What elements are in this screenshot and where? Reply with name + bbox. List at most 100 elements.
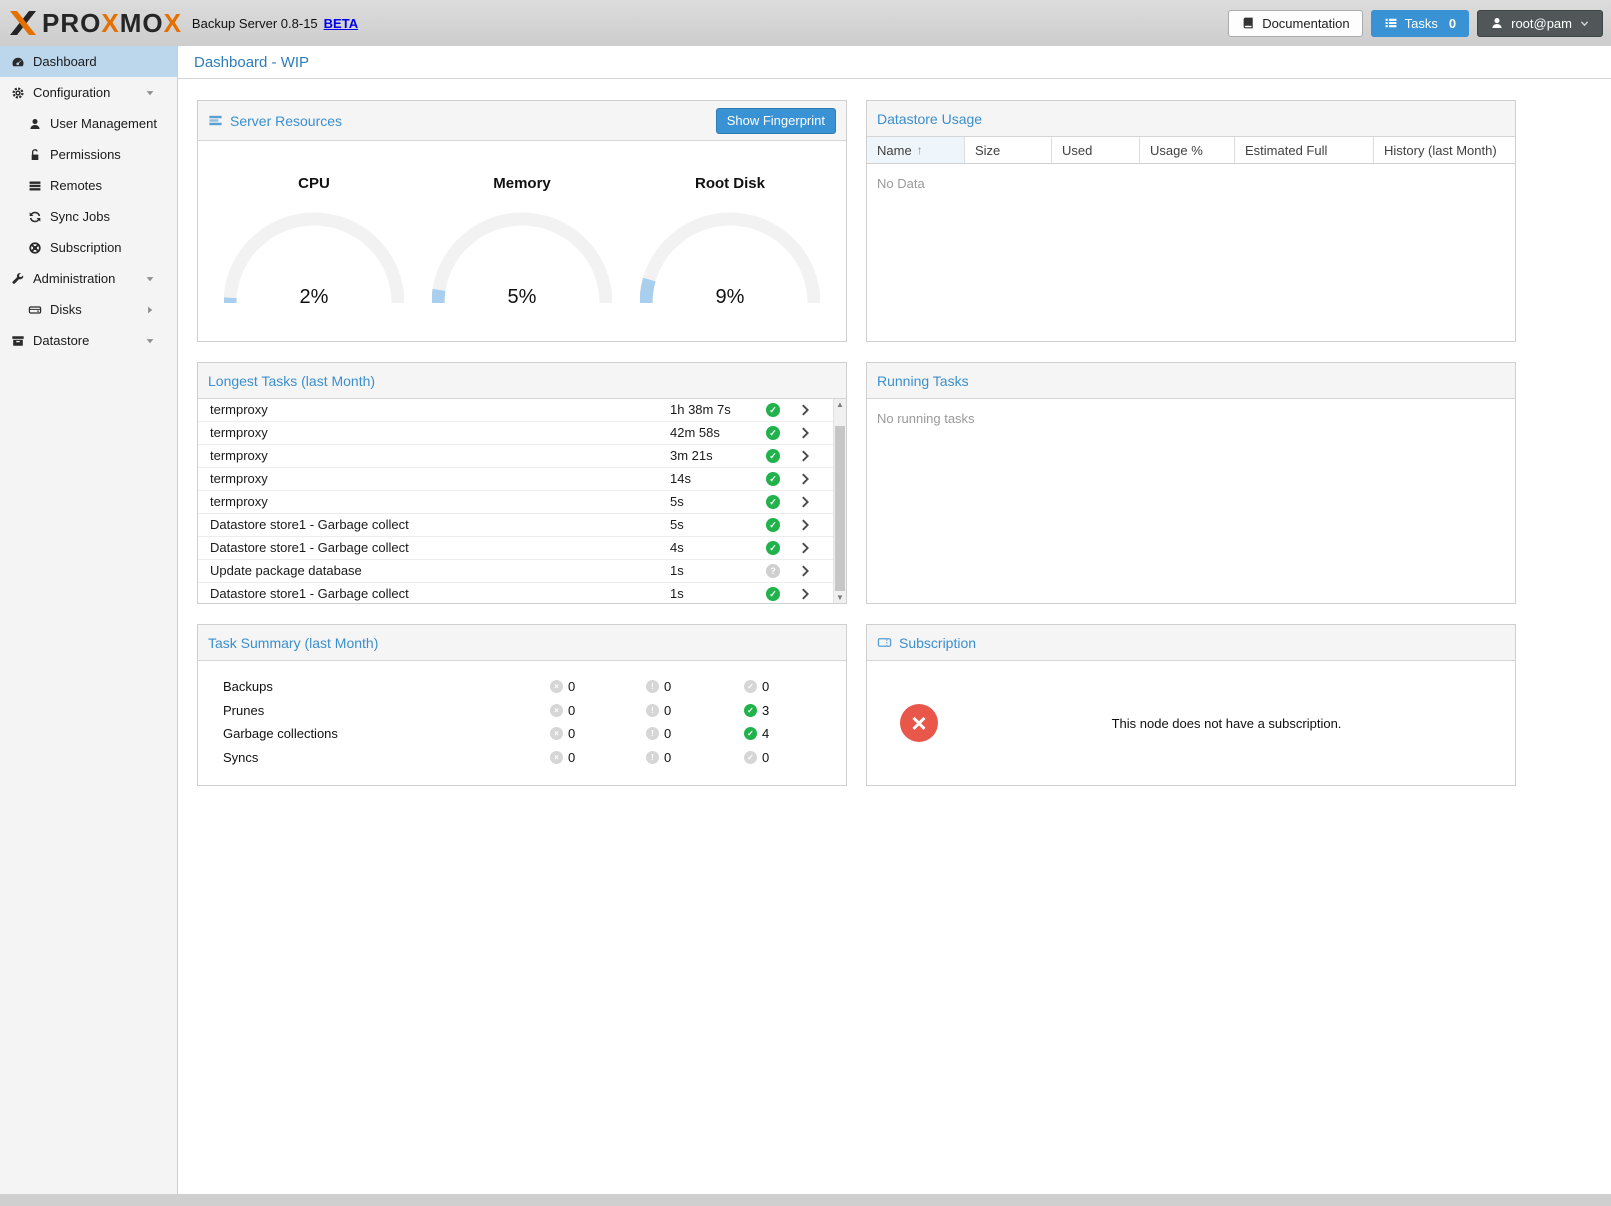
chevron-right-icon[interactable] — [798, 587, 812, 601]
show-fingerprint-button[interactable]: Show Fingerprint — [716, 108, 836, 134]
chevron-right-icon[interactable] — [798, 403, 812, 417]
task-row[interactable]: termproxy1h 38m 7s✓ — [198, 399, 833, 422]
column-header-estimated-full[interactable]: Estimated Full — [1235, 137, 1374, 163]
task-row[interactable]: termproxy14s✓ — [198, 468, 833, 491]
task-name: termproxy — [210, 494, 268, 509]
brand-text: PROXMOX — [42, 8, 182, 39]
status-ok-icon: ✓ — [766, 541, 780, 555]
task-row[interactable]: Datastore store1 - Garbage collect5s✓ — [198, 514, 833, 537]
caret-down-icon[interactable] — [142, 273, 158, 285]
summary-label: Backups — [223, 679, 273, 694]
sidebar-item-datastore[interactable]: Datastore — [0, 325, 177, 356]
sidebar-item-label: User Management — [50, 116, 157, 131]
column-header-size[interactable]: Size — [965, 137, 1052, 163]
scroll-down-icon[interactable]: ▼ — [834, 593, 846, 602]
task-duration: 5s — [670, 517, 684, 532]
sidebar-item-sync-jobs[interactable]: Sync Jobs — [0, 201, 177, 232]
sidebar-item-dashboard[interactable]: Dashboard — [0, 46, 177, 77]
summary-warning-count: 0 — [664, 703, 671, 718]
task-row[interactable]: termproxy5s✓ — [198, 491, 833, 514]
task-name: Datastore store1 - Garbage collect — [210, 517, 409, 532]
caret-right-icon[interactable] — [142, 304, 158, 316]
documentation-button[interactable]: Documentation — [1228, 10, 1362, 37]
server-icon — [27, 179, 43, 193]
summary-warning-stat: !0 — [646, 703, 671, 718]
column-header-used[interactable]: Used — [1052, 137, 1140, 163]
chevron-right-icon[interactable] — [798, 495, 812, 509]
longest-tasks-title: Longest Tasks (last Month) — [208, 373, 375, 389]
sidebar-item-user-management[interactable]: User Management — [0, 108, 177, 139]
chevron-right-icon[interactable] — [798, 449, 812, 463]
summary-ok-count: 3 — [762, 703, 769, 718]
chevron-right-icon[interactable] — [798, 472, 812, 486]
chevron-right-icon[interactable] — [798, 564, 812, 578]
scrollbar-thumb[interactable] — [835, 426, 845, 591]
scroll-up-icon[interactable]: ▲ — [834, 400, 846, 409]
sidebar-item-configuration[interactable]: Configuration — [0, 77, 177, 108]
archive-icon — [10, 334, 26, 348]
chevron-down-icon — [1579, 18, 1590, 29]
task-name: Update package database — [210, 563, 362, 578]
status-ok-icon: ✓ — [766, 472, 780, 486]
column-header-name[interactable]: Name↑ — [867, 137, 965, 163]
caret-down-icon[interactable] — [142, 87, 158, 99]
page-title-bar: Dashboard - WIP — [178, 46, 1611, 79]
status-ok-icon: ✓ — [766, 449, 780, 463]
running-tasks-title: Running Tasks — [877, 373, 969, 389]
task-duration: 4s — [670, 540, 684, 555]
tasks-button[interactable]: Tasks 0 — [1371, 10, 1469, 37]
caret-down-icon[interactable] — [142, 335, 158, 347]
warning-circle-icon: ! — [646, 727, 659, 740]
sidebar-item-label: Datastore — [33, 333, 89, 348]
warning-circle-icon: ! — [646, 751, 659, 764]
book-icon — [1241, 16, 1255, 30]
datastore-table-header: Name↑SizeUsedUsage %Estimated FullHistor… — [867, 137, 1515, 164]
column-header-history-last-month-[interactable]: History (last Month) — [1374, 137, 1515, 163]
sidebar-item-permissions[interactable]: Permissions — [0, 139, 177, 170]
sidebar-item-administration[interactable]: Administration — [0, 263, 177, 294]
unlock-icon — [27, 148, 43, 162]
summary-ok-count: 4 — [762, 726, 769, 741]
ticket-icon — [877, 635, 892, 650]
task-row[interactable]: termproxy42m 58s✓ — [198, 422, 833, 445]
error-circle-icon: × — [550, 727, 563, 740]
gauge-value: 5% — [432, 286, 612, 309]
sidebar-item-subscription[interactable]: Subscription — [0, 232, 177, 263]
user-label: root@pam — [1511, 16, 1572, 31]
task-row[interactable]: Datastore store1 - Garbage collect4s✓ — [198, 537, 833, 560]
sidebar-item-disks[interactable]: Disks — [0, 294, 177, 325]
task-row[interactable]: termproxy3m 21s✓ — [198, 445, 833, 468]
proxmox-backup-app: PROXMOX Backup Server 0.8-15 BETA Docume… — [0, 0, 1611, 1194]
no-subscription-icon: × — [900, 704, 938, 742]
summary-error-stat: ×0 — [550, 703, 575, 718]
ok-circle-icon: ✓ — [744, 704, 757, 717]
running-tasks-empty-text: No running tasks — [867, 399, 1515, 438]
chevron-right-icon[interactable] — [798, 541, 812, 555]
sidebar-item-remotes[interactable]: Remotes — [0, 170, 177, 201]
user-icon — [1490, 16, 1504, 30]
summary-warning-stat: !0 — [646, 750, 671, 765]
beta-link[interactable]: BETA — [324, 16, 358, 31]
subscription-message: This node does not have a subscription. — [938, 716, 1515, 731]
task-name: Datastore store1 - Garbage collect — [210, 586, 409, 601]
summary-row-syncs: Syncs×0!0✓0 — [198, 747, 846, 771]
task-row[interactable]: Update package database1s? — [198, 560, 833, 583]
summary-error-stat: ×0 — [550, 726, 575, 741]
chevron-right-icon[interactable] — [798, 426, 812, 440]
task-duration: 1s — [670, 563, 684, 578]
task-list-icon — [1384, 16, 1398, 30]
column-header-usage-[interactable]: Usage % — [1140, 137, 1235, 163]
task-row[interactable]: Datastore store1 - Garbage collect1s✓ — [198, 583, 833, 603]
gauge-label: Root Disk — [695, 175, 765, 192]
tasks-scrollbar[interactable]: ▲ ▼ — [833, 399, 846, 603]
tasks-count-badge: 0 — [1449, 16, 1456, 31]
gauge-label: Memory — [493, 175, 551, 192]
server-resources-icon — [208, 113, 223, 128]
user-menu-button[interactable]: root@pam — [1477, 10, 1603, 37]
proxmox-logo: PROXMOX — [8, 8, 182, 39]
task-name: termproxy — [210, 471, 268, 486]
ok-circle-icon: ✓ — [744, 727, 757, 740]
chevron-right-icon[interactable] — [798, 518, 812, 532]
wrench-icon — [10, 272, 26, 286]
task-name: termproxy — [210, 402, 268, 417]
